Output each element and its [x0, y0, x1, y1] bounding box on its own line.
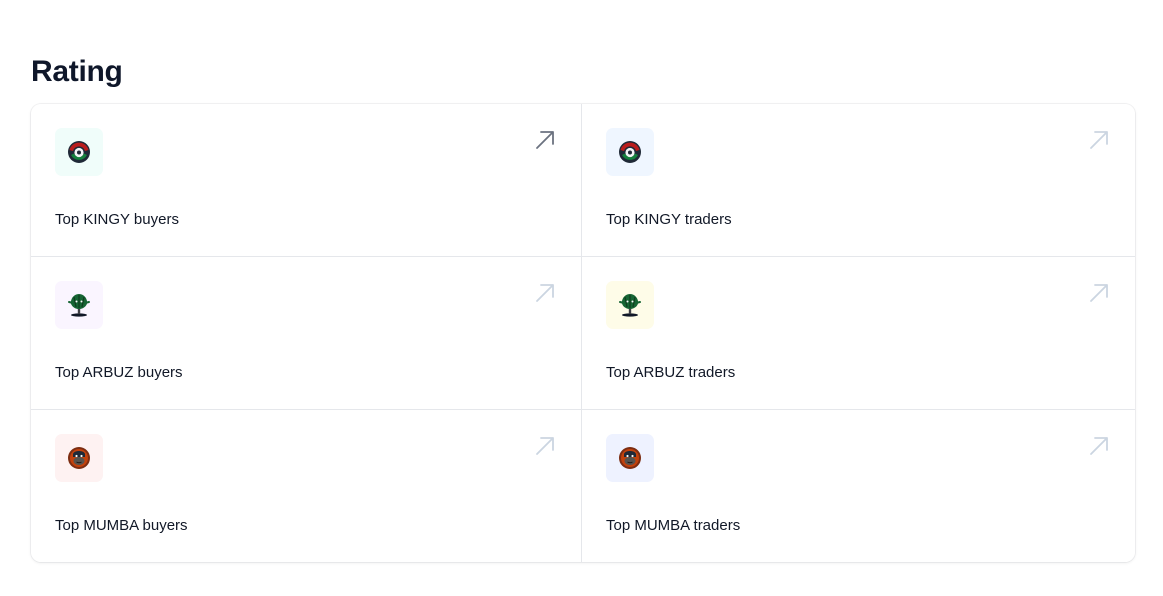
arrow-up-right-icon: [536, 131, 554, 149]
rating-grid: Top KINGY buyers Top KINGY traders Top A…: [31, 104, 1135, 562]
arrow-up-right-icon: [1090, 131, 1108, 149]
rating-card-kingy-buyers[interactable]: Top KINGY buyers: [31, 104, 582, 257]
token-icon-box: [606, 128, 654, 176]
arrow-up-right-icon: [536, 437, 554, 455]
card-label: Top MUMBA traders: [606, 517, 741, 534]
token-icon-box: [606, 281, 654, 329]
arbuz-token-icon: [617, 292, 643, 318]
arrow-up-right-icon: [536, 284, 554, 302]
arrow-up-right-icon: [1090, 437, 1108, 455]
rating-card-arbuz-buyers[interactable]: Top ARBUZ buyers: [31, 257, 582, 410]
page-title: Rating: [31, 55, 123, 88]
mumba-token-icon: [617, 445, 643, 471]
arbuz-token-icon: [66, 292, 92, 318]
token-icon-box: [606, 434, 654, 482]
token-icon-box: [55, 128, 103, 176]
card-label: Top KINGY buyers: [55, 211, 179, 228]
token-icon-box: [55, 281, 103, 329]
card-label: Top ARBUZ traders: [606, 364, 736, 381]
rating-card-mumba-buyers[interactable]: Top MUMBA buyers: [31, 410, 582, 562]
rating-page: Rating Top KINGY buyers Top KINGY trader…: [0, 0, 1163, 596]
rating-card-arbuz-traders[interactable]: Top ARBUZ traders: [582, 257, 1135, 410]
card-label: Top MUMBA buyers: [55, 517, 188, 534]
kingy-token-icon: [66, 139, 92, 165]
kingy-token-icon: [617, 139, 643, 165]
arrow-up-right-icon: [1090, 284, 1108, 302]
card-label: Top ARBUZ buyers: [55, 364, 183, 381]
rating-card-mumba-traders[interactable]: Top MUMBA traders: [582, 410, 1135, 562]
token-icon-box: [55, 434, 103, 482]
card-label: Top KINGY traders: [606, 211, 732, 228]
rating-card-kingy-traders[interactable]: Top KINGY traders: [582, 104, 1135, 257]
mumba-token-icon: [66, 445, 92, 471]
